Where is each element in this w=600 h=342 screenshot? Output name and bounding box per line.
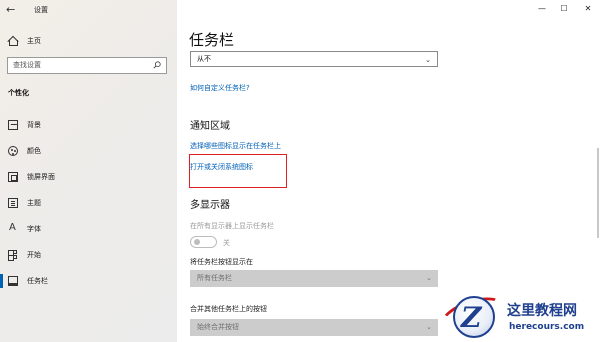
background-icon [8, 120, 18, 130]
search-placeholder: 查找设置 [13, 61, 41, 69]
combine-buttons-dropdown[interactable]: 从不 ⌄ [190, 51, 438, 67]
highlight-box [189, 154, 287, 188]
sidebar-item-label: 锁屏界面 [27, 173, 55, 181]
sidebar-item-label: 任务栏 [27, 277, 48, 285]
sidebar-item-background[interactable]: 背景 [0, 115, 177, 135]
start-icon [8, 250, 18, 261]
font-icon [8, 222, 18, 234]
sidebar-item-fonts[interactable]: 字体 [0, 219, 177, 239]
watermark-url: herecours.com [509, 322, 585, 332]
watermark-logo: Z [453, 296, 495, 338]
combine-buttons-select[interactable]: 始终合并按钮 ⌄ [190, 319, 438, 336]
scrollbar[interactable] [597, 148, 599, 238]
home-icon [8, 36, 18, 46]
app-title: 设置 [34, 6, 48, 14]
maximize-button[interactable]: ☐ [552, 0, 576, 18]
notification-area-title: 通知区域 [190, 121, 230, 132]
show-taskbar-all-label: 在所有显示器上显示任务栏 [190, 222, 274, 230]
sidebar-section-title: 个性化 [8, 89, 29, 97]
show-taskbar-all-toggle[interactable] [190, 236, 217, 248]
combine-buttons-label: 合并其他任务栏上的按钮 [190, 305, 267, 313]
toggle-knob [194, 239, 200, 245]
sidebar-item-label: 主页 [27, 37, 41, 45]
watermark-logo-letter: Z [461, 301, 482, 334]
sidebar-item-label: 背景 [27, 121, 41, 129]
back-arrow-icon[interactable]: ← [6, 3, 20, 17]
select-icons-link[interactable]: 选择哪些图标显示在任务栏上 [190, 141, 281, 151]
active-indicator [0, 274, 3, 288]
sidebar-item-lock-screen[interactable]: 锁屏界面 [0, 167, 177, 187]
lock-screen-icon [8, 172, 18, 182]
sidebar-item-home[interactable]: 主页 [0, 31, 177, 51]
show-buttons-label: 将任务栏按钮显示在 [190, 258, 253, 266]
chevron-down-icon: ⌄ [426, 323, 432, 331]
watermark-title: 这里教程网 [507, 303, 577, 319]
theme-icon [8, 198, 18, 208]
page-title: 任务栏 [189, 31, 235, 49]
sidebar-item-label: 字体 [27, 225, 41, 233]
color-palette-icon [8, 146, 18, 156]
select-value: 始终合并按钮 [197, 323, 239, 331]
chevron-down-icon: ⌄ [425, 56, 431, 64]
sidebar-item-taskbar[interactable]: 任务栏 [0, 271, 177, 291]
toggle-state: 关 [223, 239, 230, 247]
sidebar: ← 设置 主页 查找设置 个性化 背景 颜色 锁屏界面 主题 字体 开始 [0, 0, 177, 342]
customize-taskbar-link[interactable]: 如何自定义任务栏? [190, 83, 250, 93]
sidebar-item-label: 主题 [27, 199, 41, 207]
main-panel: — ☐ ✕ 任务栏 从不 ⌄ 如何自定义任务栏? 通知区域 选择哪些图标显示在任… [177, 0, 600, 342]
search-icon [153, 61, 161, 69]
dropdown-value: 从不 [197, 55, 211, 63]
show-buttons-select[interactable]: 所有任务栏 ⌄ [190, 270, 438, 287]
search-input[interactable]: 查找设置 [7, 57, 167, 74]
close-button[interactable]: ✕ [576, 0, 600, 18]
sidebar-item-label: 颜色 [27, 147, 41, 155]
sidebar-item-themes[interactable]: 主题 [0, 193, 177, 213]
sidebar-item-start[interactable]: 开始 [0, 245, 177, 265]
sidebar-item-label: 开始 [27, 251, 41, 259]
sidebar-item-colors[interactable]: 颜色 [0, 141, 177, 161]
minimize-button[interactable]: — [530, 0, 554, 18]
multi-display-title: 多显示器 [190, 200, 230, 211]
taskbar-icon [8, 276, 18, 286]
chevron-down-icon: ⌄ [426, 274, 432, 282]
select-value: 所有任务栏 [197, 274, 232, 282]
